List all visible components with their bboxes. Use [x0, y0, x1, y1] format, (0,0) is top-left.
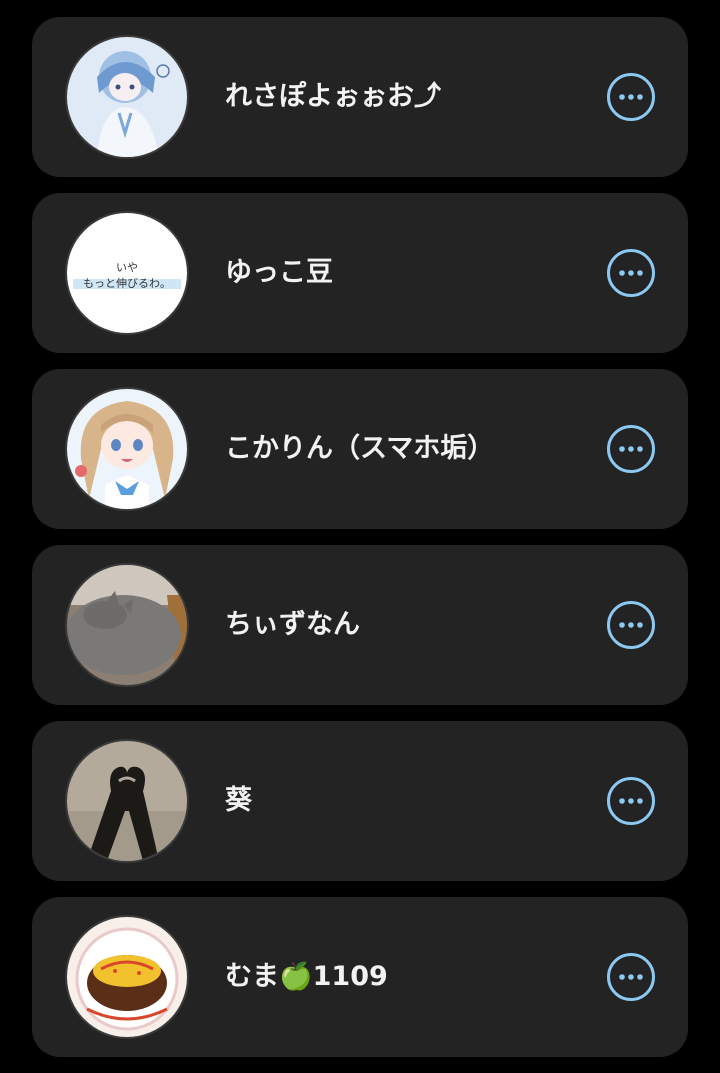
ellipsis-icon	[619, 622, 643, 628]
ellipsis-icon	[619, 446, 643, 452]
handwritten-text-avatar-icon: いや もっと伸びるわ。	[67, 213, 187, 333]
ellipsis-icon	[619, 974, 643, 980]
anime-girl-blonde-avatar-icon	[67, 389, 187, 509]
gray-cat-avatar-icon	[67, 565, 187, 685]
ellipsis-icon	[619, 270, 643, 276]
avatar[interactable]	[65, 915, 189, 1039]
avatar[interactable]: いや もっと伸びるわ。	[65, 211, 189, 335]
friend-name: れさぽよぉぉお⤴	[225, 81, 441, 112]
friend-name: ゆっこ豆	[225, 257, 333, 288]
friend-card[interactable]: こかりん（スマホ垢）	[32, 369, 688, 529]
ellipsis-icon	[619, 94, 643, 100]
friend-card[interactable]: れさぽよぉぉお⤴	[32, 17, 688, 177]
ellipsis-icon	[619, 798, 643, 804]
friend-card[interactable]: ちぃずなん	[32, 545, 688, 705]
avatar-text-top: いや	[116, 261, 138, 274]
friend-list: れさぽよぉぉお⤴ いや もっと伸びるわ。 ゆっこ豆 こかりん（スマホ垢） ちぃず…	[32, 17, 688, 1073]
avatar[interactable]	[65, 387, 189, 511]
more-options-button[interactable]	[607, 953, 655, 1001]
more-options-button[interactable]	[607, 73, 655, 121]
avatar[interactable]	[65, 739, 189, 863]
heart-shadow-avatar-icon	[67, 741, 187, 861]
avatar[interactable]	[65, 35, 189, 159]
omurice-avatar-icon	[67, 917, 187, 1037]
friend-name: こかりん（スマホ垢）	[225, 433, 495, 464]
more-options-button[interactable]	[607, 601, 655, 649]
friend-card[interactable]: いや もっと伸びるわ。 ゆっこ豆	[32, 193, 688, 353]
friend-card[interactable]: むま🍏1109	[32, 897, 688, 1057]
avatar-text-bottom: もっと伸びるわ。	[83, 277, 171, 290]
anime-girl-blue-avatar-icon	[67, 37, 187, 157]
friend-card[interactable]: 葵	[32, 721, 688, 881]
more-options-button[interactable]	[607, 777, 655, 825]
more-options-button[interactable]	[607, 425, 655, 473]
friend-name: 葵	[225, 785, 252, 816]
avatar[interactable]	[65, 563, 189, 687]
friend-name: ちぃずなん	[225, 609, 360, 640]
more-options-button[interactable]	[607, 249, 655, 297]
friend-name: むま🍏1109	[225, 961, 388, 992]
